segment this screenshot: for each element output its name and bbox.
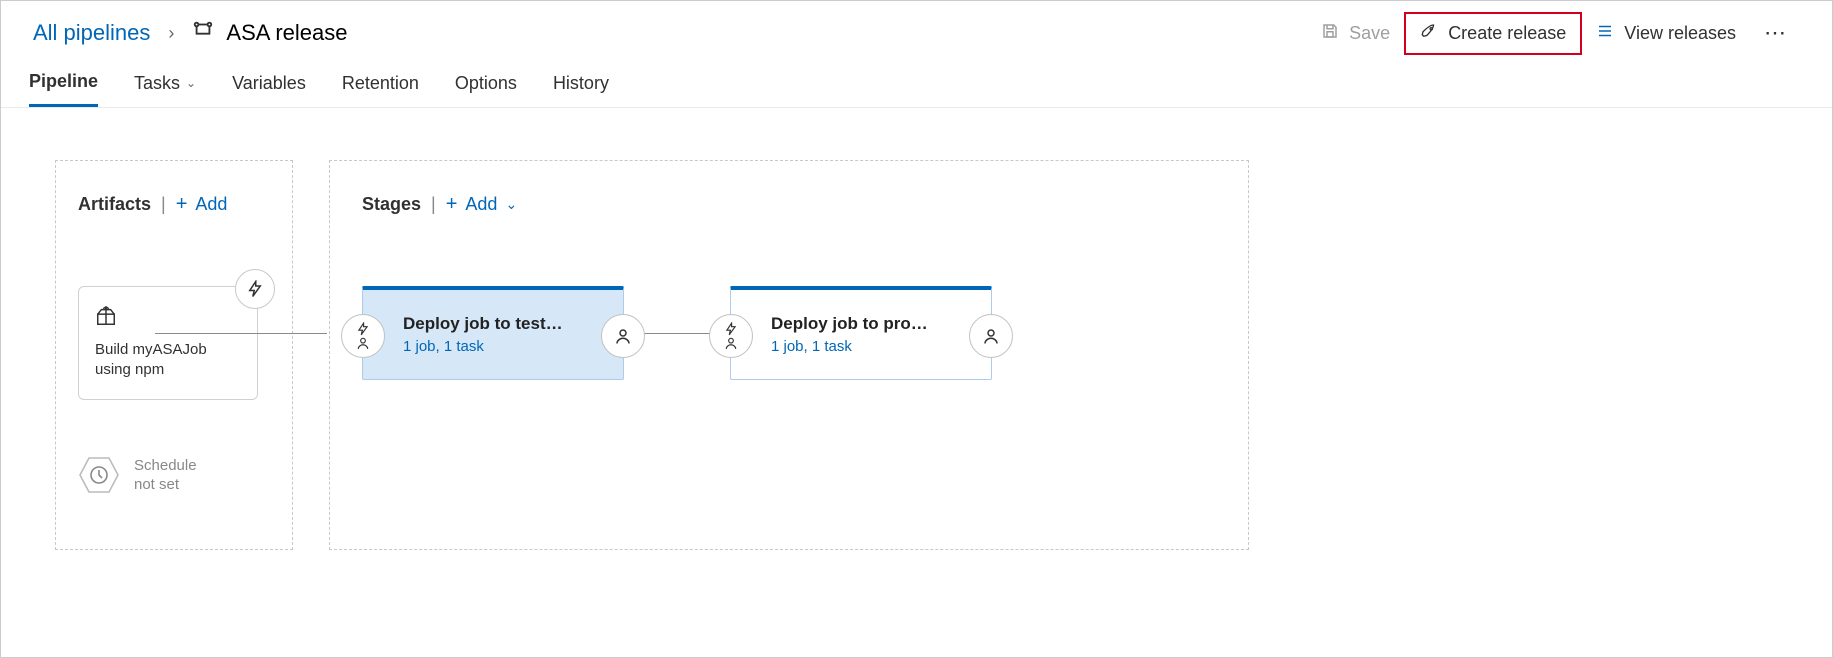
stage-postdeploy-button[interactable] bbox=[601, 314, 645, 358]
stage-meta-link[interactable]: 1 job, 1 task bbox=[403, 338, 581, 355]
tabs-row: Pipeline Tasks ⌄ Variables Retention Opt… bbox=[1, 57, 1832, 108]
pipeline-canvas: Artifacts | + Add bbox=[1, 108, 1832, 657]
schedule-line1: Schedule bbox=[134, 456, 197, 476]
stage-title: Deploy job to test… bbox=[403, 314, 581, 334]
schedule-line2: not set bbox=[134, 475, 197, 495]
chevron-down-icon: ⌄ bbox=[505, 196, 517, 213]
artifacts-header: Artifacts | + Add bbox=[78, 193, 270, 216]
stage-title: Deploy job to pro… bbox=[771, 314, 949, 334]
chevron-down-icon: ⌄ bbox=[186, 76, 196, 90]
add-artifact-button[interactable]: + Add bbox=[176, 193, 228, 216]
list-icon bbox=[1596, 22, 1614, 45]
view-releases-label: View releases bbox=[1624, 23, 1736, 44]
tab-options[interactable]: Options bbox=[455, 73, 517, 106]
tab-variables[interactable]: Variables bbox=[232, 73, 306, 106]
add-artifact-label: Add bbox=[195, 194, 227, 215]
plus-icon: + bbox=[176, 193, 188, 216]
tab-retention[interactable]: Retention bbox=[342, 73, 419, 106]
stage-predeploy-button[interactable] bbox=[709, 314, 753, 358]
person-icon bbox=[982, 327, 1000, 345]
save-icon bbox=[1321, 22, 1339, 45]
person-icon bbox=[614, 327, 632, 345]
add-stage-button[interactable]: + Add ⌄ bbox=[446, 193, 517, 216]
divider-icon: | bbox=[431, 194, 436, 215]
lightning-icon bbox=[356, 322, 370, 336]
artifact-card[interactable]: Build myASAJob using npm bbox=[78, 286, 258, 400]
stages-panel: Stages | + Add ⌄ Deploy job to test… bbox=[329, 160, 1249, 550]
breadcrumb-title: ASA release bbox=[192, 19, 347, 47]
more-options-button[interactable]: ⋯ bbox=[1750, 12, 1800, 54]
plus-icon: + bbox=[446, 193, 458, 216]
page-title: ASA release bbox=[226, 20, 347, 46]
breadcrumb-root-link[interactable]: All pipelines bbox=[33, 20, 150, 46]
lightning-icon bbox=[724, 322, 738, 336]
stage-postdeploy-button[interactable] bbox=[969, 314, 1013, 358]
stages-row: Deploy job to test… 1 job, 1 task Deploy… bbox=[362, 286, 1216, 380]
chevron-right-icon: › bbox=[168, 23, 174, 44]
rocket-icon bbox=[1420, 22, 1438, 45]
pipeline-icon bbox=[192, 19, 214, 47]
connector-line bbox=[155, 333, 327, 334]
tab-pipeline[interactable]: Pipeline bbox=[29, 71, 98, 107]
artifact-trigger-button[interactable] bbox=[235, 269, 275, 309]
create-release-button[interactable]: Create release bbox=[1404, 12, 1582, 55]
stage-card[interactable]: Deploy job to pro… 1 job, 1 task bbox=[730, 286, 992, 380]
add-stage-label: Add bbox=[465, 194, 497, 215]
header: All pipelines › ASA release bbox=[1, 1, 1832, 57]
stage-card[interactable]: Deploy job to test… 1 job, 1 task bbox=[362, 286, 624, 380]
artifacts-title: Artifacts bbox=[78, 194, 151, 215]
tab-history[interactable]: History bbox=[553, 73, 609, 106]
stage-meta-link[interactable]: 1 job, 1 task bbox=[771, 338, 949, 355]
lightning-icon bbox=[246, 280, 264, 298]
stages-title: Stages bbox=[362, 194, 421, 215]
tab-tasks-label: Tasks bbox=[134, 73, 180, 94]
person-icon bbox=[356, 336, 370, 350]
schedule-button[interactable]: Schedule not set bbox=[78, 454, 270, 496]
schedule-text: Schedule not set bbox=[134, 456, 197, 495]
header-actions: Save Create release View releases ⋯ bbox=[1307, 12, 1800, 55]
stages-header: Stages | + Add ⌄ bbox=[362, 193, 1216, 216]
view-releases-button[interactable]: View releases bbox=[1582, 14, 1750, 53]
package-icon bbox=[95, 305, 241, 330]
create-release-label: Create release bbox=[1448, 23, 1566, 44]
divider-icon: | bbox=[161, 194, 166, 215]
save-label: Save bbox=[1349, 23, 1390, 44]
tab-tasks[interactable]: Tasks ⌄ bbox=[134, 73, 196, 106]
clock-hexagon-icon bbox=[78, 454, 120, 496]
breadcrumb: All pipelines › ASA release bbox=[33, 19, 1307, 47]
artifacts-panel: Artifacts | + Add bbox=[55, 160, 293, 550]
artifact-card-label: Build myASAJob using npm bbox=[95, 340, 241, 381]
save-button: Save bbox=[1307, 14, 1404, 53]
person-icon bbox=[724, 336, 738, 350]
stage-predeploy-button[interactable] bbox=[341, 314, 385, 358]
